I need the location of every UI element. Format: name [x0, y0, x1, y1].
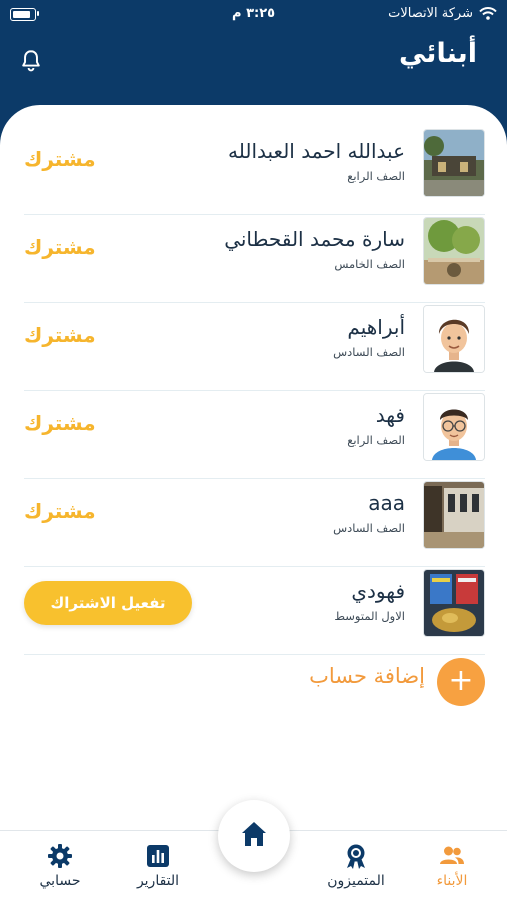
child-row[interactable]: aaa الصف السادس مشترك	[0, 479, 507, 567]
tab-distinguished[interactable]: المتميزون	[311, 843, 401, 889]
subscription-status: مشترك	[24, 147, 96, 171]
child-name: فهد	[375, 403, 405, 427]
building-photo	[423, 481, 485, 549]
child-name: سارة محمد القحطاني	[224, 227, 405, 251]
tab-label: الأبناء	[436, 873, 468, 889]
award-icon	[347, 844, 365, 869]
child-grade: الصف الخامس	[334, 257, 405, 271]
tab-label: حسابي	[39, 873, 81, 889]
carrier: شركة الاتصالات	[388, 6, 497, 21]
subscription-status: مشترك	[24, 499, 96, 523]
bell-icon[interactable]	[18, 48, 44, 74]
tab-account[interactable]: حسابي	[15, 843, 105, 889]
child-grade: الصف الرابع	[347, 433, 405, 447]
child-row[interactable]: عبدالله احمد العبدالله الصف الرابع مشترك	[0, 127, 507, 215]
people-icon	[440, 846, 464, 864]
boy-avatar	[423, 305, 485, 373]
home-icon	[242, 822, 266, 846]
activate-subscription-button[interactable]: تفعيل الاشتراك	[24, 581, 192, 625]
battery-icon	[10, 8, 36, 21]
tab-label: التقارير	[136, 873, 180, 889]
subscription-status: مشترك	[24, 323, 96, 347]
add-account-label[interactable]: إضافة حساب	[309, 664, 425, 688]
tab-reports[interactable]: التقارير	[113, 843, 203, 889]
carrier-name: شركة الاتصالات	[388, 6, 473, 21]
child-row[interactable]: سارة محمد القحطاني الصف الخامس مشترك	[0, 215, 507, 303]
child-row[interactable]: أبراهيم الصف السادس مشترك	[0, 303, 507, 391]
shop-photo	[423, 569, 485, 637]
plus-icon[interactable]: +	[437, 658, 485, 706]
add-account-row[interactable]: + إضافة حساب	[0, 656, 507, 712]
child-name: فهودي	[351, 579, 405, 603]
subscription-status: مشترك	[24, 235, 96, 259]
subscription-status: مشترك	[24, 411, 96, 435]
battery-tip	[37, 11, 39, 16]
home-button[interactable]	[218, 800, 290, 872]
gear-icon	[48, 844, 72, 868]
status-time: ٣:٢٥ م	[232, 6, 276, 21]
child-grade: الصف الرابع	[347, 169, 405, 183]
house-photo	[423, 129, 485, 197]
garden-photo	[423, 217, 485, 285]
child-name: أبراهيم	[347, 315, 405, 339]
child-row[interactable]: فهد الصف الرابع مشترك	[0, 391, 507, 479]
page-title: أبنائي	[398, 38, 477, 69]
child-name: aaa	[368, 491, 405, 515]
child-grade: الصف السادس	[333, 521, 405, 535]
child-name: عبدالله احمد العبدالله	[228, 139, 405, 163]
child-row[interactable]: فهودي الاول المتوسط تفعيل الاشتراك	[0, 567, 507, 655]
chart-icon	[147, 845, 169, 867]
tab-label: المتميزون	[327, 873, 385, 889]
boy-glasses-avatar	[423, 393, 485, 461]
wifi-icon	[479, 7, 497, 20]
child-grade: الصف السادس	[333, 345, 405, 359]
child-grade: الاول المتوسط	[334, 609, 405, 623]
status-bar: ٣:٢٥ م شركة الاتصالات	[0, 0, 507, 28]
children-list: عبدالله احمد العبدالله الصف الرابع مشترك…	[0, 127, 507, 655]
tab-children[interactable]: الأبناء	[407, 843, 497, 889]
